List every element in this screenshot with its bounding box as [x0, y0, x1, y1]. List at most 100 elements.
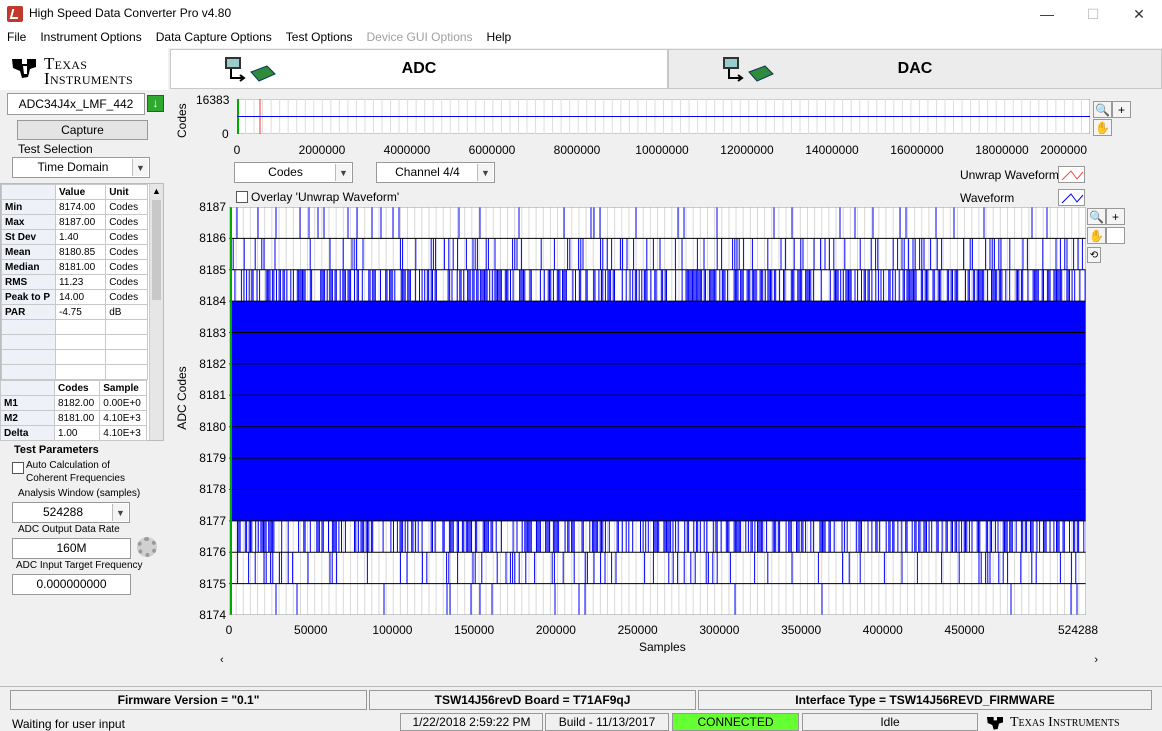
marker-cell: 0.00E+0 [99, 395, 147, 411]
overview-x-tick: 0 [233, 143, 241, 157]
channel-dropdown[interactable]: Channel 4/4 ▼ [376, 162, 495, 183]
stats-cell: -4.75 [54, 304, 107, 320]
scroll-left-icon[interactable]: ‹ [220, 654, 224, 666]
chevron-down-icon: ▼ [112, 504, 128, 521]
menu-instrument-options[interactable]: Instrument Options [33, 28, 148, 48]
auto-calc-label: Auto Calculation of Coherent Frequencies [26, 460, 125, 484]
stats-row [1, 319, 148, 335]
stats-row: Peak to P 14.00 Codes [1, 289, 148, 305]
capture-button[interactable]: Capture [17, 120, 148, 140]
stats-row: PAR -4.75 dB [1, 304, 148, 320]
y-tick-label: 8184 [199, 294, 226, 309]
reset-zoom-icon[interactable]: ⟲ [1087, 247, 1101, 263]
x-tick-label: 100000 [372, 623, 413, 637]
stats-cell: 1.40 [54, 229, 107, 245]
adc-board-icon [225, 57, 276, 82]
stats-row: St Dev 1.40 Codes [1, 229, 148, 245]
overview-x-tick: 6000000 [468, 143, 516, 157]
menu-bar: File Instrument Options Data Capture Opt… [0, 28, 1162, 48]
stats-cell [105, 364, 148, 380]
marker-cell: 1.00 [53, 425, 101, 441]
stats-cell: Peak to P [1, 289, 56, 305]
input-freq-field[interactable]: 0.000000000 [12, 574, 131, 595]
y-tick-label: 8181 [199, 388, 226, 403]
build-date: Build - 11/13/2017 [545, 713, 669, 731]
horizontal-scrollbar[interactable]: ‹ › [216, 653, 1102, 669]
overlay-checkbox[interactable] [236, 191, 248, 203]
minimize-button[interactable]: — [1024, 0, 1070, 28]
y-tick-label: 8175 [199, 576, 226, 591]
stats-cell: PAR [1, 304, 56, 320]
zoom-level-box[interactable] [1106, 227, 1125, 244]
output-rate-field[interactable]: 160M [12, 538, 131, 559]
scrollbar-thumb[interactable] [152, 200, 161, 300]
board-info: TSW14J56revD Board = T71AF9qJ [369, 690, 696, 710]
overview-x-tick: 8000000 [553, 143, 601, 157]
maximize-button[interactable]: ☐ [1070, 0, 1116, 28]
stats-cell: Codes [105, 274, 148, 290]
crosshair-icon[interactable]: + [1112, 101, 1131, 118]
test-selection-value: Time Domain [37, 160, 109, 174]
download-arrow-icon[interactable]: ↓ [147, 95, 164, 112]
x-tick-label: 450000 [944, 623, 985, 637]
overview-plot[interactable] [237, 99, 1090, 134]
stats-row: RMS 11.23 Codes [1, 274, 148, 290]
overview-x-tick: 4000000 [383, 143, 431, 157]
marker-cell: 8181.00 [53, 410, 101, 426]
stats-header-cell: Value [54, 184, 107, 200]
stats-header-cell: Unit [105, 184, 148, 200]
overview-x-tick: 12000000 [720, 143, 774, 157]
pan-hand-icon[interactable]: ✋ [1093, 119, 1112, 136]
stats-cell: Max [1, 214, 56, 230]
analysis-window-label: Analysis Window (samples) [18, 488, 141, 499]
stats-cell: Codes [105, 229, 148, 245]
menu-file[interactable]: File [0, 28, 33, 48]
tab-adc-label: ADC [401, 60, 437, 77]
marker-cell: Delta [0, 425, 55, 441]
stats-cell: 8181.00 [54, 259, 107, 275]
stats-row: Median 8181.00 Codes [1, 259, 148, 275]
zoom-icon[interactable]: 🔍 [1087, 208, 1106, 225]
y-tick-label: 8183 [199, 325, 226, 340]
analysis-window-dropdown[interactable]: 524288 ▼ [12, 502, 130, 523]
status-message: Waiting for user input [12, 717, 125, 731]
stats-cell [54, 349, 107, 365]
stats-cell [105, 334, 148, 350]
device-selector[interactable]: ADC34J4x_LMF_442 [7, 93, 145, 115]
menu-data-capture-options[interactable]: Data Capture Options [149, 28, 279, 48]
input-freq-label: ADC Input Target Frequency [16, 560, 143, 571]
output-rate-label: ADC Output Data Rate [18, 524, 120, 535]
zoom-icon[interactable]: 🔍 [1093, 101, 1112, 118]
marker-cell: M2 [0, 410, 55, 426]
units-dropdown[interactable]: Codes ▼ [234, 162, 353, 183]
overview-x-tick: 18000000 [975, 143, 1029, 157]
markers-grid: Codes Sample M1 8182.00 0.00E+0 M2 8181.00 4.10… [0, 380, 147, 441]
tab-dac[interactable]: DAC [668, 49, 1162, 89]
test-selection-dropdown[interactable]: Time Domain ▼ [12, 157, 150, 178]
chevron-down-icon: ▼ [335, 164, 351, 181]
close-button[interactable]: ✕ [1116, 0, 1162, 28]
x-tick-label: 50000 [294, 623, 328, 637]
marker-cell: M1 [0, 395, 55, 411]
menu-device-gui-options[interactable]: Device GUI Options [360, 28, 480, 48]
main-y-axis: 8187 8186 8185 8184 8183 8182 8181 8180 8179 8178… [190, 200, 226, 622]
tab-adc[interactable]: ADC [170, 49, 668, 89]
x-tick-label: 300000 [699, 623, 740, 637]
menu-help[interactable]: Help [480, 28, 519, 48]
legend-unwrap-swatch [1058, 166, 1085, 183]
stats-cell: Codes [105, 244, 148, 260]
marker-header-cell: Sample [99, 380, 147, 396]
status-bar: Firmware Version = "0.1" TSW14J56revD Bo… [0, 686, 1162, 731]
scroll-right-icon[interactable]: › [1094, 654, 1098, 666]
y-tick-label: 8177 [199, 513, 226, 528]
pan-hand-icon[interactable]: ✋ [1087, 227, 1106, 244]
auto-calc-checkbox[interactable] [12, 462, 24, 474]
gear-icon[interactable] [137, 537, 157, 557]
crosshair-icon[interactable]: + [1106, 208, 1125, 225]
menu-test-options[interactable]: Test Options [279, 28, 360, 48]
scroll-up-icon[interactable]: ▲ [150, 184, 163, 198]
stats-cell: Mean [1, 244, 56, 260]
y-tick-label: 8186 [199, 231, 226, 246]
stats-scrollbar[interactable]: ▲ [149, 184, 163, 440]
waveform-plot[interactable] [229, 207, 1086, 615]
